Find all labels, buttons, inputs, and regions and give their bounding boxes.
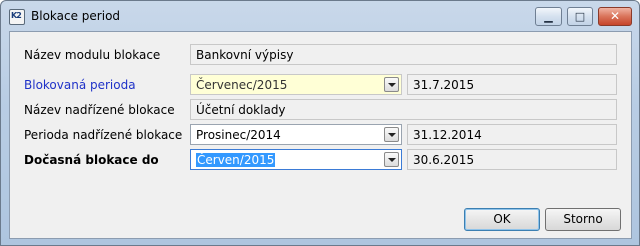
temporary-block-label: Dočasná blokace do (24, 153, 159, 167)
blocked-period-dropdown-button[interactable] (384, 77, 399, 92)
dialog-body: Název modulu blokace Bankovní výpisy Blo… (9, 31, 632, 239)
row-module-name: Název modulu blokace Bankovní výpisy (10, 44, 631, 66)
row-parent-block-period: Perioda nadřízené blokace Prosinec/2014 … (10, 124, 631, 146)
blocked-period-value: Červenec/2015 (196, 78, 288, 92)
parent-block-name-label: Název nadřízené blokace (24, 103, 175, 117)
row-temporary-block: Dočasná blokace do Červen/2015 30.6.2015 (10, 149, 631, 171)
minimize-icon: ▁ (544, 10, 553, 23)
chevron-down-icon (388, 83, 396, 87)
title-bar[interactable]: K2 Blokace period ▁ □ ✕ (1, 1, 639, 31)
close-icon: ✕ (609, 9, 621, 23)
blocked-period-combo[interactable]: Červenec/2015 (190, 74, 402, 95)
temporary-block-combo[interactable]: Červen/2015 (190, 149, 402, 170)
chevron-down-icon (388, 158, 396, 162)
blocked-period-date: 31.7.2015 (407, 74, 617, 95)
module-name-label: Název modulu blokace (24, 48, 161, 62)
module-name-field: Bankovní výpisy (190, 44, 617, 65)
temporary-block-value: Červen/2015 (196, 153, 276, 167)
app-icon: K2 (9, 9, 25, 25)
cancel-button[interactable]: Storno (545, 208, 621, 231)
parent-block-period-value: Prosinec/2014 (196, 128, 281, 142)
parent-block-period-combo[interactable]: Prosinec/2014 (190, 124, 402, 145)
close-button[interactable]: ✕ (598, 7, 632, 26)
ok-button[interactable]: OK (464, 208, 540, 231)
app-icon-text: K2 (11, 11, 22, 20)
parent-block-name-field: Účetní doklady (190, 99, 617, 120)
blocked-period-label: Blokovaná perioda (24, 78, 136, 92)
window-title: Blokace period (31, 9, 121, 23)
row-parent-block-name: Název nadřízené blokace Účetní doklady (10, 99, 631, 121)
minimize-button[interactable]: ▁ (535, 7, 562, 26)
parent-block-period-label: Perioda nadřízené blokace (24, 128, 183, 142)
row-blocked-period: Blokovaná perioda Červenec/2015 31.7.201… (10, 74, 631, 96)
dialog-window: K2 Blokace period ▁ □ ✕ Název modulu blo… (0, 0, 640, 246)
parent-block-period-dropdown-button[interactable] (384, 127, 399, 142)
chevron-down-icon (388, 133, 396, 137)
temporary-block-dropdown-button[interactable] (384, 152, 399, 167)
maximize-button[interactable]: □ (567, 7, 593, 26)
temporary-block-date: 30.6.2015 (407, 149, 617, 170)
maximize-icon: □ (574, 10, 586, 23)
parent-block-period-date: 31.12.2014 (407, 124, 617, 145)
